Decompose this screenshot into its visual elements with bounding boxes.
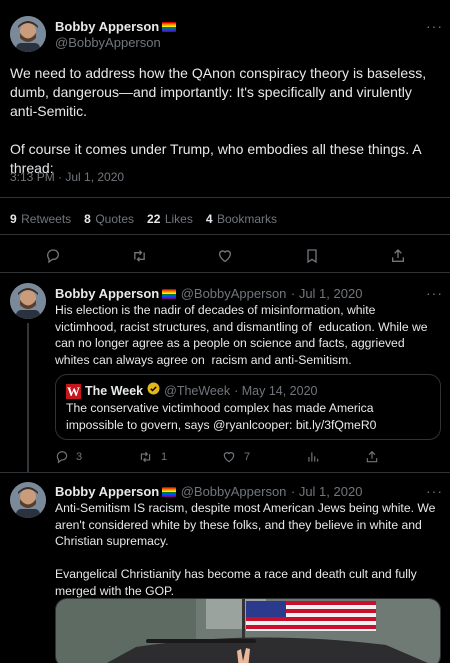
reply-text: Anti-Semitism IS racism, despite most Am…	[55, 501, 436, 598]
quote-header: W The Week @TheWeek · May 14, 2020	[66, 382, 317, 400]
more-options-icon[interactable]: ···	[426, 483, 443, 499]
tweet-text: We need to address how the QAnon conspir…	[10, 65, 427, 176]
retweet-action[interactable]: 1	[138, 450, 167, 464]
rainbow-flag-icon	[162, 289, 177, 299]
more-options-icon[interactable]: ···	[426, 18, 443, 34]
the-week-logo-icon: W	[66, 383, 81, 399]
divider	[0, 472, 450, 473]
quote-author-name: The Week	[85, 384, 144, 398]
reply-icon[interactable]	[55, 450, 69, 464]
quote-text: The conservative victimhood complex has …	[66, 401, 377, 432]
tweet-timestamp[interactable]: 3:13 PM · Jul 1, 2020	[10, 170, 124, 184]
like-icon[interactable]	[217, 248, 233, 264]
reply-avatar[interactable]	[10, 482, 46, 518]
reply-author-handle[interactable]: @BobbyApperson	[181, 484, 287, 499]
reply-count: 3	[76, 451, 83, 463]
reply-avatar[interactable]	[10, 283, 46, 319]
tweet-media-image[interactable]	[55, 598, 441, 663]
quote-date: · May 14, 2020	[234, 384, 318, 398]
like-count: 7	[244, 451, 251, 463]
bookmark-icon[interactable]	[304, 248, 320, 264]
author-name-row: Bobby Apperson	[55, 18, 177, 36]
divider	[0, 272, 450, 273]
stat-retweets[interactable]: 9 Retweets	[10, 210, 71, 228]
reply-author-name[interactable]: Bobby Apperson	[55, 286, 159, 301]
share-icon[interactable]	[390, 248, 406, 264]
retweet-icon[interactable]	[138, 450, 153, 464]
reply-header: Bobby Apperson @BobbyApperson · Jul 1, 2…	[55, 483, 362, 501]
like-icon[interactable]	[222, 450, 236, 464]
reply-text: His election is the nadir of decades of …	[55, 303, 431, 367]
like-action[interactable]: 7	[222, 450, 250, 464]
reply-date[interactable]: · Jul 1, 2020	[291, 286, 363, 301]
rainbow-flag-icon	[162, 487, 177, 497]
more-options-icon[interactable]: ···	[426, 285, 443, 301]
author-name[interactable]: Bobby Apperson	[55, 19, 159, 34]
stat-bookmarks[interactable]: 4 Bookmarks	[206, 210, 277, 228]
reply-date[interactable]: · Jul 1, 2020	[291, 484, 363, 499]
stat-quotes[interactable]: 8 Quotes	[84, 210, 134, 228]
rainbow-flag-icon	[162, 22, 177, 32]
share-icon[interactable]	[365, 450, 379, 464]
verified-badge-icon	[147, 382, 160, 400]
stat-likes[interactable]: 22 Likes	[147, 210, 193, 228]
thread-line	[27, 323, 29, 473]
engagement-stats: 9 Retweets 8 Quotes 22 Likes 4 Bookmarks	[10, 210, 277, 228]
divider	[0, 197, 450, 198]
reply-author-handle[interactable]: @BobbyApperson	[181, 286, 287, 301]
reply-author-name[interactable]: Bobby Apperson	[55, 484, 159, 499]
retweet-count: 1	[161, 451, 168, 463]
author-handle[interactable]: @BobbyApperson	[55, 35, 161, 50]
divider	[0, 234, 450, 235]
retweet-icon[interactable]	[131, 248, 148, 264]
quoted-tweet[interactable]: W The Week @TheWeek · May 14, 2020 The c…	[55, 374, 441, 440]
quote-author-handle: @TheWeek	[164, 384, 231, 398]
reply-action[interactable]: 3	[55, 450, 82, 464]
analytics-icon[interactable]	[306, 450, 320, 464]
reply-icon[interactable]	[45, 248, 61, 264]
author-avatar[interactable]	[10, 16, 46, 52]
reply-header: Bobby Apperson @BobbyApperson · Jul 1, 2…	[55, 285, 362, 303]
